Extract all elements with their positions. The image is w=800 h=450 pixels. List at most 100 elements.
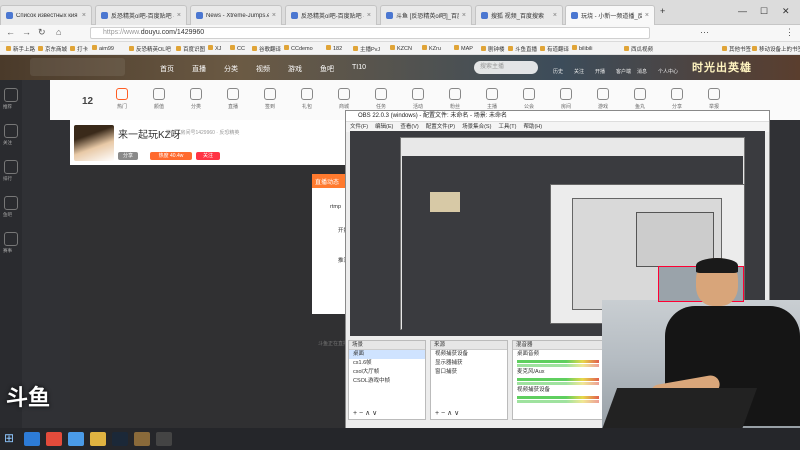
- site-nav-item[interactable]: TI10: [352, 64, 366, 71]
- category-item[interactable]: 分类: [186, 88, 206, 110]
- category-item[interactable]: 粉丝: [445, 88, 465, 110]
- category-item[interactable]: 签到: [260, 88, 280, 110]
- bookmark-item[interactable]: 新手上路: [6, 45, 35, 53]
- tab-close-icon[interactable]: ×: [367, 12, 371, 19]
- tab-close-icon[interactable]: ×: [553, 12, 557, 19]
- user-link[interactable]: 客户端: [616, 68, 631, 75]
- follow-button[interactable]: 关注: [196, 152, 220, 160]
- sidebar-icon[interactable]: [4, 196, 18, 210]
- site-nav-item[interactable]: 首页: [160, 64, 174, 74]
- user-link[interactable]: 关注: [574, 68, 584, 75]
- bookmark-item[interactable]: XJ: [208, 45, 221, 52]
- bookmark-item[interactable]: 谷歌翻译: [252, 45, 281, 53]
- source-item[interactable]: 显示器捕获: [431, 359, 507, 368]
- volume-slider[interactable]: [517, 400, 599, 403]
- browser-tab[interactable]: 反恐精英ol吧-百度贴吧 - 好玩×: [285, 5, 377, 25]
- bookmark-item[interactable]: 西瓜视频: [624, 45, 653, 53]
- category-item[interactable]: 热门: [112, 88, 132, 110]
- extensions-icon[interactable]: ⋯: [700, 27, 709, 38]
- bookmark-item[interactable]: KZru: [422, 45, 441, 52]
- streamer-avatar[interactable]: [74, 125, 114, 161]
- volume-meter[interactable]: [517, 378, 599, 381]
- menu-icon[interactable]: ⋮: [785, 27, 794, 38]
- tab-close-icon[interactable]: ×: [272, 12, 276, 19]
- category-item[interactable]: 游戏: [593, 88, 613, 110]
- bookmark-item[interactable]: 打卡: [70, 45, 88, 53]
- volume-meter[interactable]: [517, 396, 599, 399]
- sources-controls[interactable]: + − ∧ ∨: [435, 409, 459, 417]
- bookmark-mobile[interactable]: 移动设备上的书签: [752, 45, 800, 53]
- category-item[interactable]: 分享: [667, 88, 687, 110]
- video-player[interactable]: [70, 165, 350, 445]
- bookmark-item[interactable]: 有道翻译: [540, 45, 569, 53]
- sidebar-label[interactable]: 鱼吧: [3, 212, 12, 218]
- bookmark-item[interactable]: 百度识图: [176, 45, 205, 53]
- site-nav-item[interactable]: 直播: [192, 64, 206, 74]
- category-item[interactable]: 任务: [371, 88, 391, 110]
- sidebar-label[interactable]: 关注: [3, 140, 12, 146]
- cs-icon[interactable]: [134, 432, 150, 446]
- home-icon[interactable]: ⌂: [56, 27, 61, 37]
- user-link[interactable]: 消息: [637, 68, 647, 75]
- obs-menu-item[interactable]: 编辑(E): [375, 124, 393, 130]
- category-item[interactable]: 房间: [556, 88, 576, 110]
- bookmark-item[interactable]: aim99: [92, 45, 114, 52]
- scene-item[interactable]: cs1.6帧: [349, 359, 425, 368]
- game-banner[interactable]: 时光出英雄: [672, 56, 797, 80]
- source-item[interactable]: 视频捕获设备: [431, 350, 507, 359]
- bookmark-item[interactable]: MAP: [454, 45, 473, 52]
- bookmark-item[interactable]: 京东商城: [38, 45, 67, 53]
- user-link[interactable]: 开播: [595, 68, 605, 75]
- bookmark-item[interactable]: CC: [230, 45, 245, 52]
- obs-menu-item[interactable]: 配置文件(P): [426, 124, 455, 130]
- back-icon[interactable]: ←: [6, 27, 15, 37]
- url-input[interactable]: https://www.douyu.com/1429960: [90, 27, 650, 39]
- site-nav-item[interactable]: 分类: [224, 64, 238, 74]
- category-item[interactable]: 礼包: [297, 88, 317, 110]
- bookmark-item[interactable]: CCdemo: [284, 45, 313, 52]
- scenes-controls[interactable]: + − ∧ ∨: [353, 409, 377, 417]
- forward-icon[interactable]: →: [22, 27, 31, 37]
- obs-icon[interactable]: [156, 432, 172, 446]
- bookmark-item[interactable]: 斗鱼直播: [508, 45, 537, 53]
- sidebar-icon[interactable]: [4, 232, 18, 246]
- sidebar-icon[interactable]: [4, 124, 18, 138]
- maximize-icon[interactable]: ☐: [760, 6, 768, 17]
- close-window-icon[interactable]: ✕: [782, 6, 790, 17]
- obs-menu-item[interactable]: 工具(T): [498, 124, 516, 130]
- volume-slider[interactable]: [517, 364, 599, 367]
- tab-close-icon[interactable]: ×: [462, 12, 466, 19]
- site-nav-item[interactable]: 鱼吧: [320, 64, 334, 74]
- tab-close-icon[interactable]: ×: [177, 12, 181, 19]
- browser-tab[interactable]: 玩烧 - 小新一频道播_反恐精英×: [565, 5, 655, 25]
- bookmark-other[interactable]: 其他书签: [722, 45, 751, 53]
- folder-icon[interactable]: [90, 432, 106, 446]
- sidebar-label[interactable]: 排行: [3, 176, 12, 182]
- obs-menu-item[interactable]: 文件(F): [350, 124, 368, 130]
- sidebar-label[interactable]: 赛事: [3, 248, 12, 254]
- sidebar-label[interactable]: 推荐: [3, 104, 12, 110]
- explorer-icon[interactable]: [68, 432, 84, 446]
- start-icon[interactable]: ⊞: [4, 431, 14, 445]
- bookmark-item[interactable]: 剧钟楼: [481, 45, 505, 53]
- bookmark-item[interactable]: KZCN: [390, 45, 412, 52]
- obs-menu-item[interactable]: 查看(V): [400, 124, 418, 130]
- category-item[interactable]: 公会: [519, 88, 539, 110]
- scene-item[interactable]: csol大厅帧: [349, 368, 425, 377]
- browser-tab[interactable]: 搜狐 视频_百度搜索 ×: [475, 5, 563, 25]
- volume-meter[interactable]: [517, 360, 599, 363]
- category-item[interactable]: 颜值: [149, 88, 169, 110]
- minimize-icon[interactable]: —: [738, 6, 747, 16]
- steam-icon[interactable]: [112, 432, 128, 446]
- bookmark-item[interactable]: 182: [326, 45, 342, 52]
- sidebar-icon[interactable]: [4, 88, 18, 102]
- browser-tab[interactable]: 反恐精英ol吧-百度贴吧 - 好玩×: [95, 5, 187, 25]
- category-item[interactable]: 商城: [334, 88, 354, 110]
- category-item[interactable]: 主播: [482, 88, 502, 110]
- scene-item[interactable]: CSOL游戏中帧: [349, 377, 425, 386]
- browser-tab[interactable]: 斗鱼 [反恐精英ol吧]_百度贴×: [380, 5, 472, 25]
- tab-close-icon[interactable]: ×: [645, 12, 649, 19]
- sidebar-icon[interactable]: [4, 160, 18, 174]
- scene-item[interactable]: 桌面: [349, 350, 425, 359]
- ie-icon[interactable]: [24, 432, 40, 446]
